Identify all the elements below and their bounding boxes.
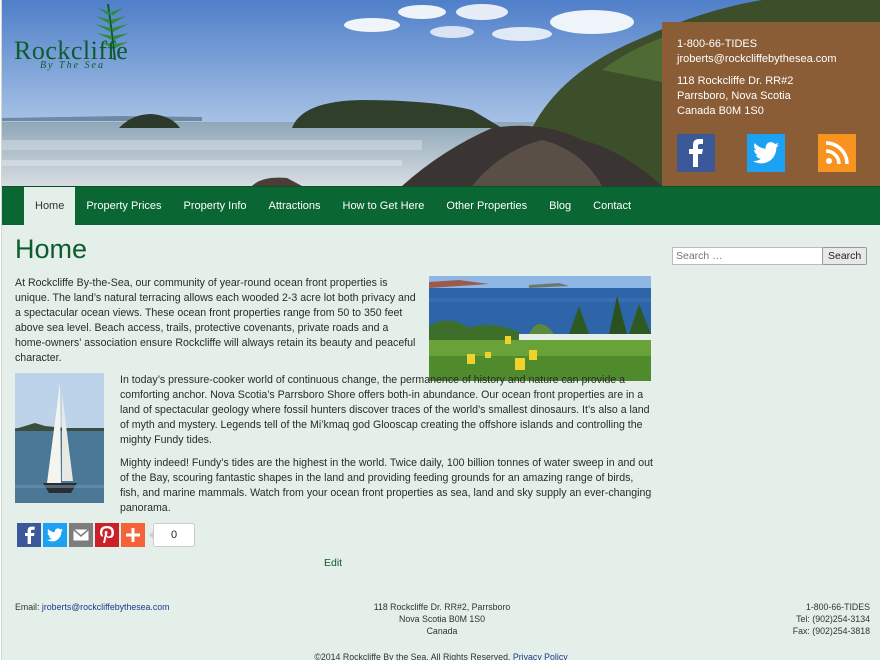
- search-input[interactable]: [672, 247, 824, 265]
- footer-email-link[interactable]: jroberts@rockcliffebythesea.com: [42, 602, 170, 612]
- nav-item-blog[interactable]: Blog: [538, 187, 582, 225]
- page-title: Home: [15, 234, 88, 264]
- privacy-policy-link[interactable]: Privacy Policy: [513, 652, 568, 660]
- share-email-button[interactable]: [69, 523, 93, 547]
- nav-item-other-properties[interactable]: Other Properties: [435, 187, 538, 225]
- facebook-icon: [689, 139, 703, 167]
- twitter-icon: [753, 142, 779, 164]
- footer-address-line-2: Nova Scotia B0M 1S0: [398, 614, 486, 624]
- facebook-icon: [25, 526, 35, 544]
- footer-address-line-1: 118 Rockcliffe Dr. RR#2, Parrsboro: [373, 602, 511, 612]
- nav-item-property-prices[interactable]: Property Prices: [75, 187, 172, 225]
- footer-address-line-3: Canada: [426, 626, 458, 636]
- main-nav: Home Property Prices Property Info Attra…: [2, 186, 880, 225]
- copyright: ©2014 Rockcliffe By the Sea. All Rights …: [2, 651, 880, 660]
- page: Rockcliffe By The Sea 1-800-66-TIDES jro…: [1, 0, 880, 660]
- ocean-lawn-photo: [429, 276, 651, 381]
- share-bar: 0: [17, 523, 195, 547]
- email-icon: [73, 529, 89, 541]
- site-header: Rockcliffe By The Sea 1-800-66-TIDES jro…: [2, 0, 880, 186]
- share-more-button[interactable]: [121, 523, 145, 547]
- header-email[interactable]: jroberts@rockcliffebythesea.com: [677, 53, 837, 65]
- share-pinterest-button[interactable]: [95, 523, 119, 547]
- nav-item-how-to-get-here[interactable]: How to Get Here: [332, 187, 436, 225]
- footer-phone-block: 1-800-66-TIDES Tel: (902)254-3134 Fax: (…: [793, 601, 870, 637]
- plus-icon: [126, 528, 140, 542]
- rss-button[interactable]: [818, 134, 856, 172]
- nav-item-home[interactable]: Home: [24, 187, 76, 225]
- share-twitter-button[interactable]: [43, 523, 67, 547]
- share-facebook-button[interactable]: [17, 523, 41, 547]
- twitter-button[interactable]: [747, 134, 785, 172]
- tides-paragraph: Mighty indeed! Fundy’s tides are the hig…: [120, 457, 653, 514]
- edit-link[interactable]: Edit: [324, 557, 342, 569]
- facebook-button[interactable]: [677, 134, 715, 172]
- search-button[interactable]: Search: [822, 247, 868, 265]
- pinterest-icon: [100, 526, 114, 543]
- header-address-line-1: 118 Rockcliffe Dr. RR#2: [677, 75, 794, 87]
- nav-item-property-info[interactable]: Property Info: [173, 187, 258, 225]
- footer-phone: 1-800-66-TIDES: [805, 602, 870, 612]
- site-logo[interactable]: Rockcliffe By The Sea: [14, 2, 174, 72]
- footer-tel: Tel: (902)254-3134: [796, 614, 870, 624]
- twitter-icon: [47, 528, 63, 542]
- sailboat-photo: [15, 373, 104, 503]
- header-contact-box: 1-800-66-TIDES jroberts@rockcliffebythes…: [662, 22, 880, 186]
- footer-email-block: Email: jroberts@rockcliffebythesea.com: [15, 601, 169, 613]
- footer-address-block: 118 Rockcliffe Dr. RR#2, Parrsboro Nova …: [342, 601, 542, 637]
- copyright-text: ©2014 Rockcliffe By the Sea. All Rights …: [314, 652, 511, 660]
- nav-item-attractions[interactable]: Attractions: [258, 187, 332, 225]
- rss-icon: [825, 141, 849, 165]
- logo-tagline: By The Sea: [40, 60, 105, 71]
- nav-item-contact[interactable]: Contact: [582, 187, 642, 225]
- history-paragraph: In today’s pressure-cooker world of cont…: [120, 374, 650, 446]
- header-address-line-2: Parrsboro, Nova Scotia: [677, 90, 791, 102]
- footer-email-label: Email:: [15, 602, 40, 612]
- header-address-line-3: Canada B0M 1S0: [677, 105, 764, 117]
- footer-fax: Fax: (902)254-3818: [792, 626, 870, 636]
- intro-paragraph: At Rockcliffe By-the-Sea, our community …: [15, 277, 416, 364]
- header-phone: 1-800-66-TIDES: [677, 38, 758, 50]
- share-count: 0: [149, 523, 195, 547]
